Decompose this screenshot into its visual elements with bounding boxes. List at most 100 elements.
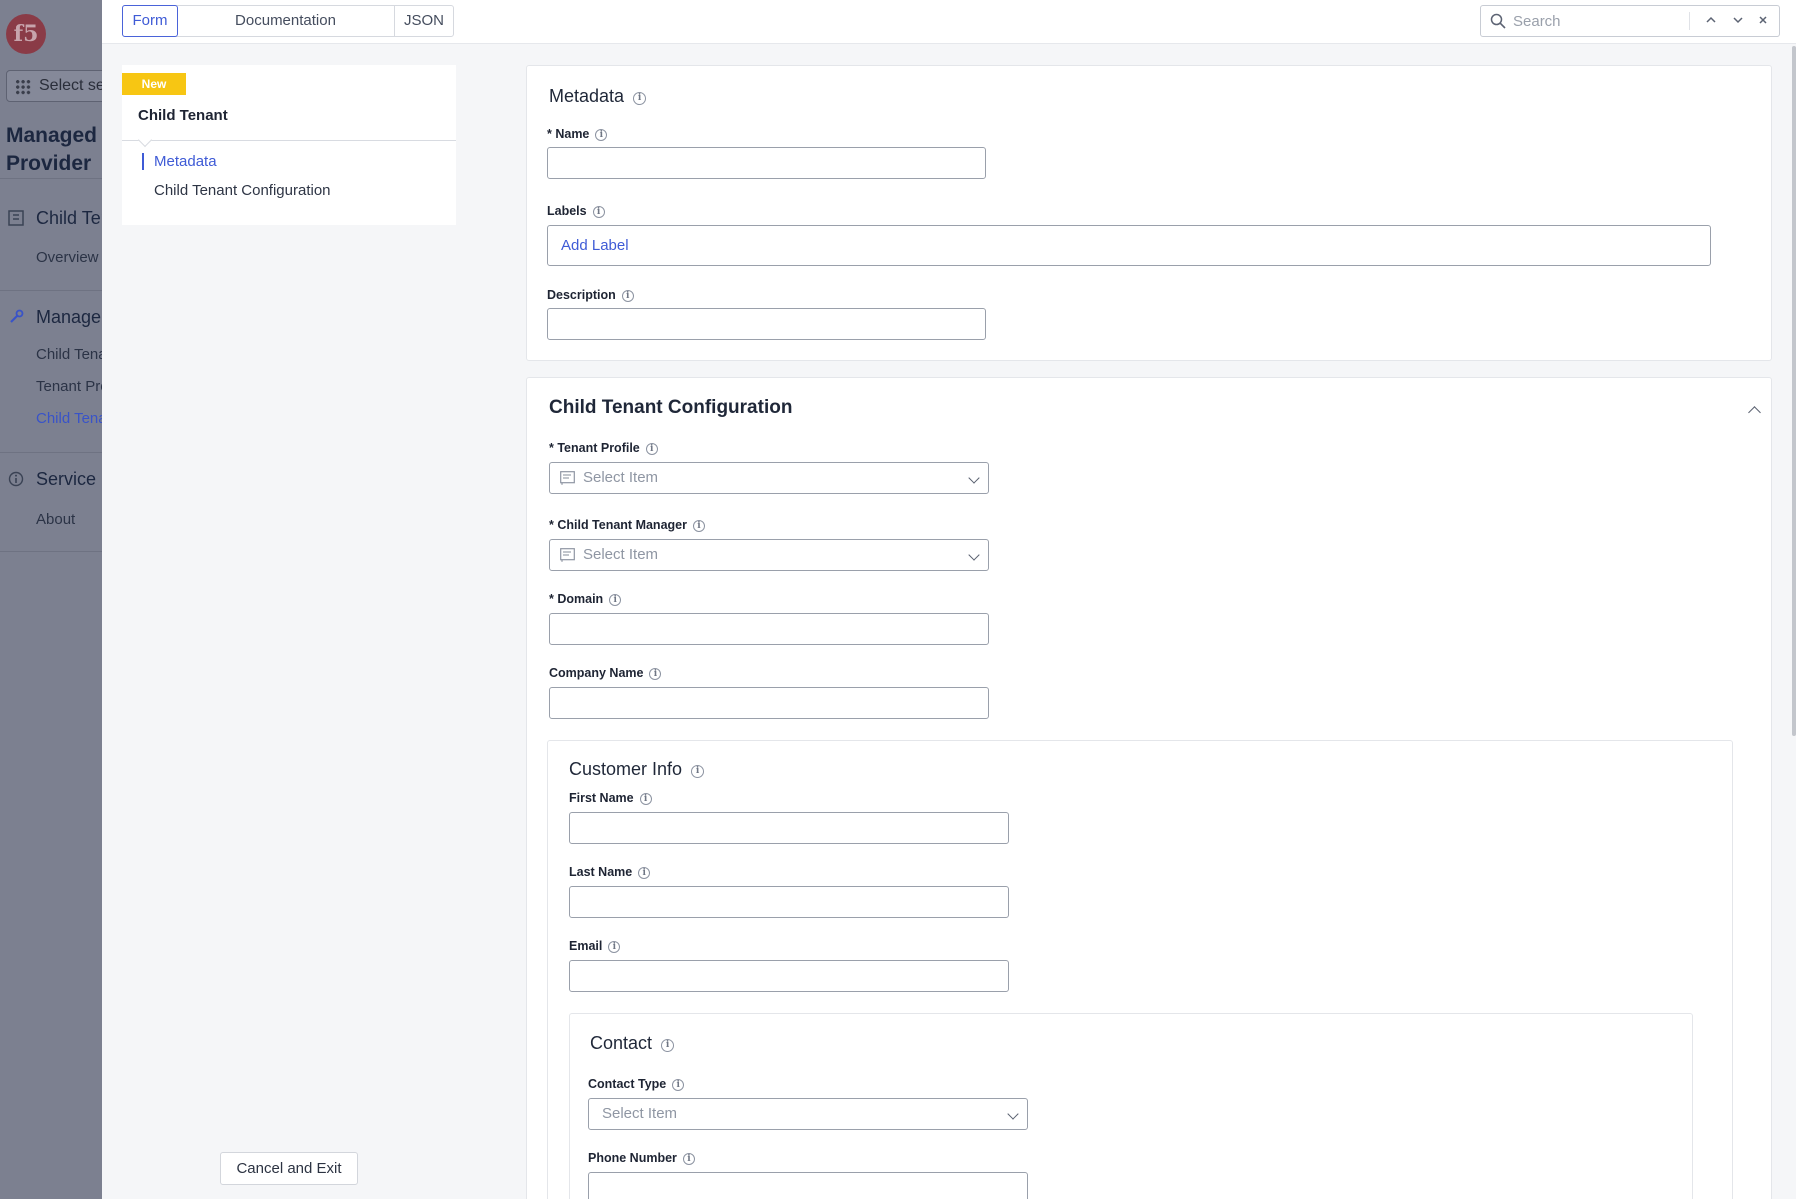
building-icon	[8, 210, 24, 226]
divider	[0, 178, 102, 179]
contact-type-label-text: Contact Type	[588, 1077, 667, 1091]
tab-documentation[interactable]: Documentation	[177, 6, 395, 36]
select-service-label: Select service	[39, 77, 102, 94]
contact-title: Contact i	[590, 1033, 675, 1054]
customer-info-card: Customer Info i First Name i Last Name i Em…	[547, 740, 1733, 1199]
first-name-label: First Name i	[569, 791, 652, 805]
email-field[interactable]	[569, 960, 1009, 992]
chevron-down-icon	[968, 549, 980, 561]
create-child-tenant-panel: Form Documentation JSON New Child Tenant…	[102, 0, 1796, 1199]
name-field[interactable]	[547, 147, 986, 179]
chevron-down-icon[interactable]	[1727, 10, 1749, 32]
customer-info-title: Customer Info i	[569, 759, 705, 780]
first-name-label-text: First Name	[569, 791, 634, 805]
name-label-text: * Name	[547, 127, 590, 141]
info-icon[interactable]: i	[649, 668, 662, 680]
tab-json[interactable]: JSON	[395, 6, 453, 36]
info-icon[interactable]: i	[633, 92, 647, 105]
divider	[122, 140, 456, 141]
contact-type-placeholder: Select Item	[602, 1105, 678, 1122]
sidebar-item-overview: Overview	[36, 249, 99, 266]
company-name-field[interactable]	[549, 687, 989, 719]
phone-number-label-text: Phone Number	[588, 1151, 677, 1165]
view-tabs: Form Documentation JSON	[122, 5, 454, 37]
background-app: f5 Select service Managed Service Provid…	[0, 0, 102, 1199]
nav-link-child-tenant-configuration[interactable]: Child Tenant Configuration	[142, 182, 331, 199]
scrollbar[interactable]	[1792, 44, 1796, 1199]
domain-label: * Domain i	[549, 592, 622, 606]
tab-form[interactable]: Form	[122, 5, 178, 37]
phone-number-label: Phone Number i	[588, 1151, 695, 1165]
section-service-info: Service Info	[8, 469, 102, 490]
child-tenant-manager-label-text: * Child Tenant Manager	[549, 518, 687, 532]
contact-card: Contact i Contact Type i Select Item Phone…	[569, 1013, 1693, 1199]
sidebar-item-child-tenant-managers: Child Tenant Managers	[36, 410, 102, 427]
info-icon[interactable]: i	[672, 1079, 685, 1091]
select-service-dropdown: Select service	[6, 70, 102, 102]
child-tenant-manager-select[interactable]: Select Item	[549, 539, 989, 571]
workspace-title-line2: Provider	[6, 152, 92, 175]
workspace-title-line1: Managed Service	[6, 124, 102, 147]
company-name-label: Company Name i	[549, 666, 662, 680]
info-icon[interactable]: i	[595, 129, 608, 141]
info-icon[interactable]: i	[621, 290, 634, 302]
f5-logo: f5	[6, 14, 46, 54]
contact-type-select[interactable]: Select Item	[588, 1098, 1028, 1130]
info-icon[interactable]: i	[682, 1153, 695, 1165]
last-name-field[interactable]	[569, 886, 1009, 918]
cancel-and-exit-button[interactable]: Cancel and Exit	[220, 1152, 358, 1185]
form-title: Child Tenant	[138, 107, 228, 124]
info-icon[interactable]: i	[592, 206, 605, 218]
first-name-field[interactable]	[569, 812, 1009, 844]
info-icon[interactable]: i	[638, 867, 651, 879]
company-name-label-text: Company Name	[549, 666, 644, 680]
nav-link-metadata[interactable]: Metadata	[142, 153, 217, 170]
child-tenant-manager-placeholder: Select Item	[583, 546, 659, 563]
info-icon[interactable]: i	[692, 520, 705, 532]
divider	[0, 290, 102, 291]
section-label: Manage	[36, 307, 102, 327]
sidebar-item-about: About	[36, 511, 76, 528]
info-icon[interactable]: i	[639, 793, 652, 805]
search-box	[1480, 5, 1780, 37]
sidebar-item-child-tenants: Child Tenants	[36, 346, 102, 363]
grid-icon	[15, 79, 31, 95]
last-name-label: Last Name i	[569, 865, 651, 879]
divider	[1689, 12, 1690, 30]
scrollbar-thumb[interactable]	[1792, 46, 1796, 736]
tenant-profile-placeholder: Select Item	[583, 469, 659, 486]
customer-info-title-text: Customer Info	[569, 759, 683, 779]
configuration-title: Child Tenant Configuration	[549, 397, 793, 418]
info-icon[interactable]: i	[661, 1039, 675, 1052]
email-label: Email i	[569, 939, 621, 953]
chevron-down-icon	[1007, 1108, 1019, 1120]
tenant-profile-select[interactable]: Select Item	[549, 462, 989, 494]
phone-number-field[interactable]	[588, 1172, 1028, 1199]
collapse-icon[interactable]	[1748, 406, 1761, 419]
tenant-profile-label: * Tenant Profile i	[549, 441, 658, 455]
metadata-card: Metadata i * Name i Labels i Add Label Desc…	[526, 65, 1772, 361]
description-label-text: Description	[547, 288, 616, 302]
search-icon	[1490, 13, 1506, 29]
section-child-tenants: Child Tenants	[8, 208, 102, 229]
divider	[0, 551, 102, 552]
close-icon[interactable]	[1752, 10, 1774, 32]
sidebar-item-tenant-profiles: Tenant Profiles	[36, 378, 102, 395]
list-icon	[560, 548, 575, 562]
labels-label: Labels i	[547, 204, 605, 218]
list-icon	[560, 471, 575, 485]
info-icon[interactable]: i	[609, 594, 622, 606]
info-icon[interactable]: i	[691, 765, 705, 778]
description-field[interactable]	[547, 308, 986, 340]
info-icon[interactable]: i	[645, 443, 658, 455]
panel-topbar: Form Documentation JSON	[102, 0, 1796, 44]
domain-field[interactable]	[549, 613, 989, 645]
section-label: Child Tenants	[36, 208, 102, 228]
workspace-title: Managed Service Provider	[6, 122, 102, 178]
chevron-up-icon[interactable]	[1700, 10, 1722, 32]
search-input[interactable]	[1513, 10, 1703, 32]
info-icon[interactable]: i	[608, 941, 621, 953]
description-label: Description i	[547, 288, 634, 302]
add-label-field[interactable]: Add Label	[547, 225, 1711, 266]
metadata-title: Metadata i	[549, 86, 647, 107]
